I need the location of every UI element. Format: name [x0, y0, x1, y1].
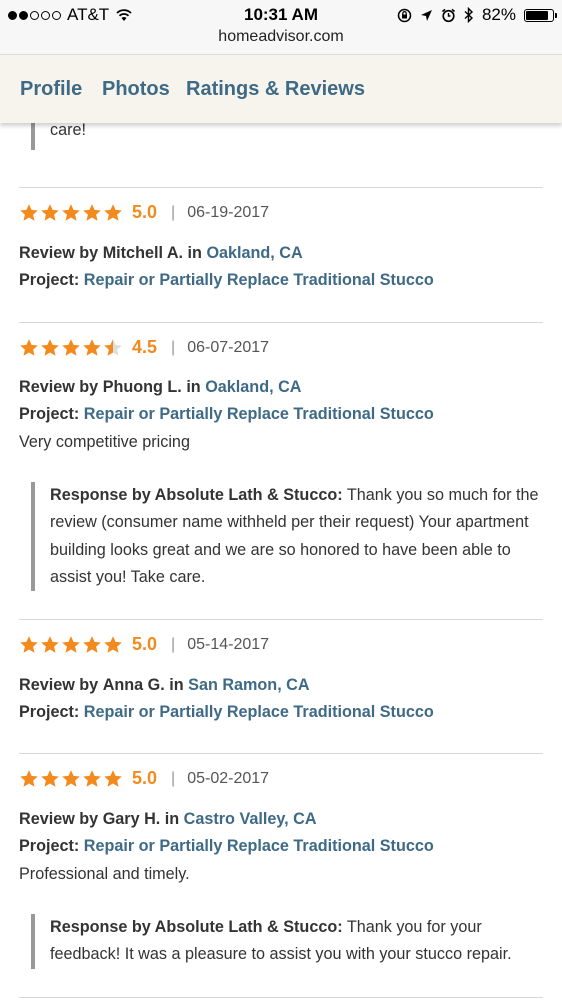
- in-label: in: [187, 244, 202, 262]
- star-icon: [20, 635, 38, 653]
- review-date: 06-19-2017: [187, 203, 270, 221]
- star-rating: [19, 203, 123, 223]
- divider: [19, 619, 543, 620]
- status-right-group: 82%: [397, 5, 557, 25]
- star-icon: [41, 635, 59, 653]
- project-line: Project: Repair or Partially Replace Tra…: [19, 405, 434, 424]
- divider: [19, 187, 543, 188]
- bluetooth-icon: [464, 7, 473, 23]
- reviewer-location-link[interactable]: Oakland, CA: [205, 378, 301, 396]
- star-icon: [83, 338, 101, 356]
- location-arrow-icon: [420, 9, 432, 21]
- reviewer-name: Anna G.: [102, 676, 165, 694]
- star-icon: [62, 769, 80, 787]
- rating-score: 5.0: [132, 768, 158, 788]
- owner-response: Response by Absolute Lath & Stucco: Than…: [31, 482, 541, 592]
- rating-row: 5.0 | 06-19-2017: [19, 202, 269, 223]
- divider: [19, 322, 543, 323]
- project-label: Project:: [19, 703, 80, 721]
- previous-response-text: care!: [50, 121, 86, 139]
- star-icon: [20, 203, 38, 221]
- star-rating: [19, 769, 123, 789]
- star-rating: [19, 338, 123, 358]
- status-bar: AT&T 10:31 AM 82%: [0, 0, 562, 28]
- in-label: in: [169, 676, 184, 694]
- project-link[interactable]: Repair or Partially Replace Traditional …: [84, 837, 434, 855]
- owner-response: Response by Absolute Lath & Stucco: Than…: [31, 914, 541, 969]
- alarm-icon: [441, 8, 455, 22]
- star-icon: [20, 769, 38, 787]
- reviewer-name: Mitchell A.: [102, 244, 184, 262]
- rating-row: 5.0 | 05-02-2017: [19, 768, 269, 789]
- star-icon: [62, 635, 80, 653]
- star-icon: [83, 769, 101, 787]
- profile-tab-bar: Profile Photos Ratings & Reviews: [0, 54, 562, 123]
- star-icon: [41, 338, 59, 356]
- reviewer-location-link[interactable]: Oakland, CA: [206, 244, 302, 262]
- star-icon: [41, 203, 59, 221]
- rotation-lock-icon: [397, 8, 412, 22]
- star-icon: [104, 769, 122, 787]
- review-by-label: Review by: [19, 810, 99, 828]
- star-rating: [19, 635, 123, 655]
- reviewer-location-link[interactable]: Castro Valley, CA: [184, 810, 317, 828]
- project-label: Project:: [19, 837, 80, 855]
- project-label: Project:: [19, 405, 80, 423]
- review-comment: Very competitive pricing: [19, 433, 190, 451]
- url-bar[interactable]: homeadvisor.com: [0, 28, 562, 54]
- reviewer-location-link[interactable]: San Ramon, CA: [188, 676, 309, 694]
- separator: |: [171, 203, 176, 221]
- star-icon: [62, 203, 80, 221]
- separator: |: [171, 338, 176, 356]
- in-label: in: [186, 378, 201, 396]
- project-line: Project: Repair or Partially Replace Tra…: [19, 271, 434, 290]
- separator: |: [171, 769, 176, 787]
- tab-photos[interactable]: Photos: [102, 78, 170, 101]
- star-icon: [83, 635, 101, 653]
- reviewer-line: Review by Anna G. in San Ramon, CA: [19, 676, 310, 695]
- response-by-label: Response by Absolute Lath & Stucco:: [50, 918, 343, 936]
- divider: [19, 753, 543, 754]
- project-line: Project: Repair or Partially Replace Tra…: [19, 837, 434, 856]
- star-icon: [104, 203, 122, 221]
- star-icon: [41, 769, 59, 787]
- battery-icon: [524, 8, 557, 22]
- project-line: Project: Repair or Partially Replace Tra…: [19, 703, 434, 722]
- tab-profile[interactable]: Profile: [20, 78, 82, 101]
- review-date: 05-02-2017: [187, 769, 270, 787]
- reviewer-line: Review by Gary H. in Castro Valley, CA: [19, 810, 317, 829]
- in-label: in: [164, 810, 180, 828]
- star-icon: [104, 635, 122, 653]
- project-link[interactable]: Repair or Partially Replace Traditional …: [84, 405, 434, 423]
- rating-row: 4.5 | 06-07-2017: [19, 337, 269, 358]
- reviewer-name: Phuong L.: [102, 378, 182, 396]
- review-by-label: Review by: [19, 378, 99, 396]
- response-by-label: Response by Absolute Lath & Stucco:: [50, 486, 343, 504]
- rating-score: 5.0: [132, 202, 158, 222]
- star-icon: [83, 203, 101, 221]
- review-by-label: Review by: [19, 244, 99, 262]
- review-date: 06-07-2017: [187, 338, 270, 356]
- star-icon: [62, 338, 80, 356]
- star-icon: [20, 338, 38, 356]
- divider: [19, 997, 543, 998]
- project-link[interactable]: Repair or Partially Replace Traditional …: [84, 703, 434, 721]
- rating-row: 5.0 | 05-14-2017: [19, 634, 269, 655]
- review-comment: Professional and timely.: [19, 865, 190, 883]
- reviewer-name: Gary H.: [102, 810, 161, 828]
- tab-ratings-reviews[interactable]: Ratings & Reviews: [186, 78, 365, 101]
- reviewer-line: Review by Mitchell A. in Oakland, CA: [19, 244, 303, 263]
- project-link[interactable]: Repair or Partially Replace Traditional …: [84, 271, 434, 289]
- rating-score: 5.0: [132, 634, 158, 654]
- review-date: 05-14-2017: [187, 635, 270, 653]
- rating-score: 4.5: [132, 337, 158, 357]
- project-label: Project:: [19, 271, 80, 289]
- reviewer-line: Review by Phuong L. in Oakland, CA: [19, 378, 301, 397]
- separator: |: [171, 635, 176, 653]
- review-by-label: Review by: [19, 676, 99, 694]
- battery-percent: 82%: [481, 5, 516, 24]
- star-icon: [104, 338, 122, 356]
